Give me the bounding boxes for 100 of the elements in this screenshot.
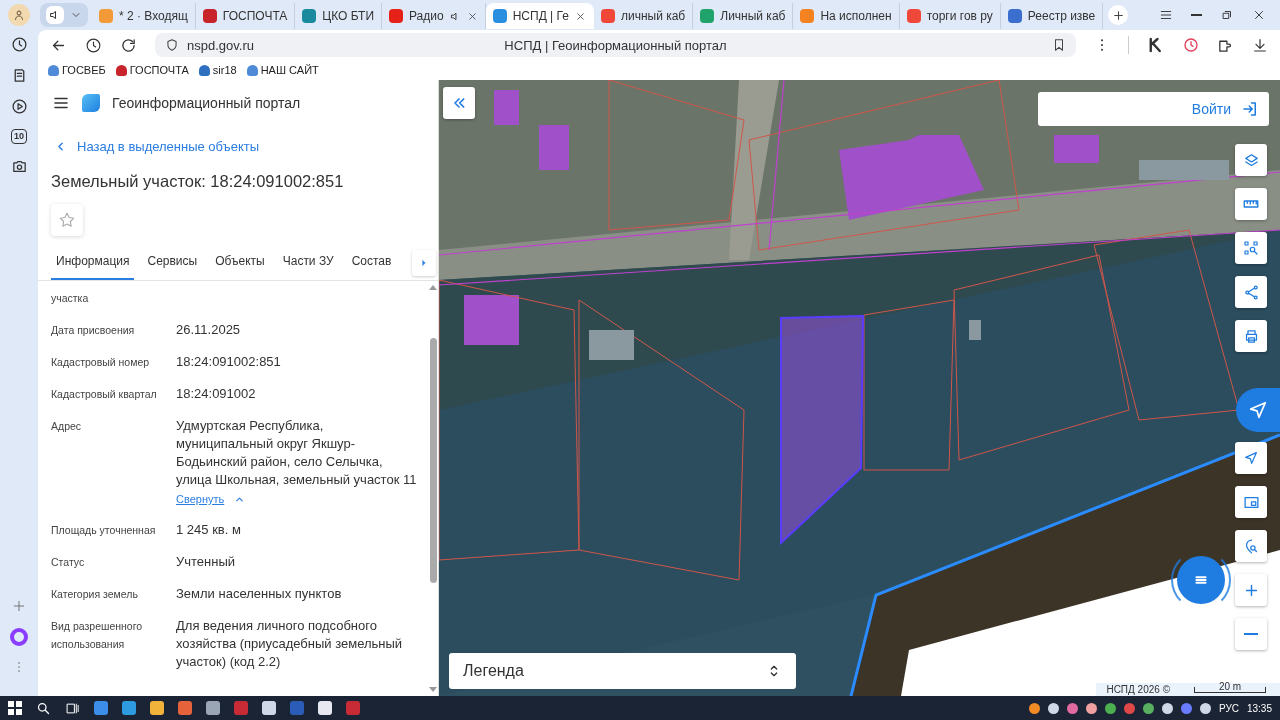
field-value: Для ведения личного подсобного хозяйства (приусадебный земельный участок) (код 2.2) [176, 617, 404, 671]
field-label: Кадастровый квартал [51, 387, 158, 402]
minimap-button[interactable] [1235, 486, 1267, 518]
field-value: 1 245 кв. м [176, 521, 242, 539]
info-tab[interactable]: Объекты [210, 244, 270, 280]
navigation-icon [1243, 450, 1259, 466]
tray-icon[interactable] [1142, 702, 1154, 714]
collapse-link[interactable]: Свернуть [176, 493, 246, 505]
browser-tab[interactable]: Реестр изве [1000, 3, 1104, 29]
tray-icon[interactable] [1199, 702, 1211, 714]
collapse-panel-button[interactable] [443, 87, 475, 119]
field-label: Вид разрешенного использования [51, 619, 144, 652]
field-value: Земли населенных пунктов [176, 585, 343, 603]
parcel-boundary[interactable] [439, 279, 580, 561]
search-location-button[interactable] [1235, 530, 1267, 562]
taskbar-app-icon[interactable] [150, 701, 164, 715]
browser-tab[interactable]: Личный каб [693, 3, 794, 29]
tray-icon[interactable] [1104, 702, 1116, 714]
keyboard-language[interactable]: РУС [1218, 702, 1239, 714]
print-button[interactable] [1235, 320, 1267, 352]
browser-tab[interactable]: ЦКО БТИ [295, 3, 382, 29]
search-icon[interactable] [36, 700, 51, 716]
tray-icon[interactable] [1047, 702, 1059, 714]
info-tab[interactable]: Информация [51, 244, 135, 280]
person-icon [13, 9, 25, 21]
field-value: Учтенный [176, 553, 237, 571]
browser-tab[interactable]: * 2 · Входящ [92, 3, 196, 29]
download-icon[interactable] [1252, 37, 1268, 53]
object-title: Земельный участок: 18:24:091002:851 [50, 170, 345, 192]
camera-icon[interactable] [10, 158, 28, 175]
close-icon[interactable] [574, 10, 586, 22]
portal-logo-icon [82, 94, 100, 112]
reload-icon[interactable] [120, 36, 137, 54]
login-icon [1241, 100, 1259, 118]
layers-icon [1242, 151, 1260, 169]
browser-tab[interactable]: НСПД | Ге [485, 3, 594, 29]
bookmark-link[interactable]: ГОСВЕБ [48, 64, 106, 76]
close-icon[interactable] [1252, 8, 1266, 22]
parcel-boundary[interactable] [578, 299, 745, 581]
map-attribution: НСПД 2026 © [1106, 684, 1170, 695]
roof [969, 320, 981, 340]
tray-icon[interactable] [1180, 702, 1192, 714]
plus-icon [1111, 8, 1125, 22]
audio-tab-group[interactable] [40, 3, 88, 27]
minus-icon [1244, 633, 1258, 635]
share-button[interactable] [1235, 276, 1267, 308]
favorite-button[interactable] [51, 204, 83, 236]
field-label: Дата присвоения [51, 323, 136, 338]
browser-tab[interactable]: На исполнен [793, 3, 900, 29]
caret-right-icon [419, 258, 429, 268]
bookmark-link[interactable]: НАШ САЙТ [246, 64, 319, 76]
measure-button[interactable] [1235, 188, 1267, 220]
field-label: Площадь уточненная [51, 523, 157, 538]
field-label: Кадастровый номер [51, 355, 151, 370]
play-icon[interactable] [10, 98, 28, 115]
browser-tab[interactable]: личный каб [593, 3, 694, 29]
new-tab-button[interactable] [1108, 5, 1129, 25]
field-label: Категория земель [51, 587, 139, 602]
shield-icon [165, 38, 179, 52]
back-link[interactable]: Назад в выделенные объекты [38, 126, 438, 166]
info-tab[interactable]: Части ЗУ [277, 244, 339, 280]
zoom-out-button[interactable] [1235, 618, 1267, 650]
address-field[interactable]: nspd.gov.ru НСПД | Геоинформационный портал [155, 33, 1076, 57]
browser-tab[interactable]: торги гов ру [899, 3, 1001, 29]
close-icon[interactable] [466, 10, 478, 22]
clock-icon[interactable] [10, 36, 28, 53]
menu-icon[interactable] [1159, 8, 1173, 22]
field-value: Удмуртская Республика, муниципальный округ Якшур-Бодьинский район, село Селычка, улица Школьная, земельный участок 11 [176, 417, 418, 489]
area-search-icon [1242, 239, 1260, 257]
tray-icon[interactable] [1161, 702, 1173, 714]
tray-icon[interactable] [1066, 702, 1078, 714]
browser-tab[interactable]: Радио [382, 3, 486, 29]
bookmark-icon[interactable] [1052, 38, 1066, 52]
assistant-icon[interactable] [10, 628, 28, 646]
layers-button[interactable] [1235, 144, 1267, 176]
task-view-icon[interactable] [65, 700, 80, 716]
tray-icon[interactable] [1085, 702, 1097, 714]
field-label: участка [51, 291, 90, 306]
area-select-button[interactable] [1235, 232, 1267, 264]
browser-tab[interactable]: ГОСПОЧТА [195, 3, 296, 29]
clock-time[interactable]: 13:35 [1246, 702, 1272, 714]
legend-dropdown[interactable]: Легенда [449, 653, 796, 689]
zoom-in-button[interactable] [1235, 574, 1267, 606]
restore-icon[interactable] [1220, 8, 1234, 22]
info-tab[interactable]: Сервисы [142, 244, 203, 280]
roof [589, 330, 634, 360]
tray-icon[interactable] [1028, 702, 1040, 714]
counter-icon[interactable]: 10 [11, 129, 27, 144]
bookmark-link[interactable]: sir18 [198, 64, 237, 76]
taskbar-app-icon[interactable] [318, 701, 332, 715]
profile-icon[interactable] [8, 4, 30, 26]
login-button[interactable]: Войти [1038, 92, 1269, 126]
windows-start-icon[interactable] [8, 701, 22, 715]
field-label: Статус [51, 555, 86, 570]
bookmark-link[interactable]: ГОСПОЧТА [115, 64, 189, 76]
drawing-tool-button[interactable] [1236, 388, 1280, 432]
taskbar-app-icon[interactable] [262, 701, 276, 715]
field-value: 26.11.2025 [176, 321, 242, 339]
locate-button[interactable] [1235, 442, 1267, 474]
info-tab[interactable]: Состав [346, 244, 397, 280]
